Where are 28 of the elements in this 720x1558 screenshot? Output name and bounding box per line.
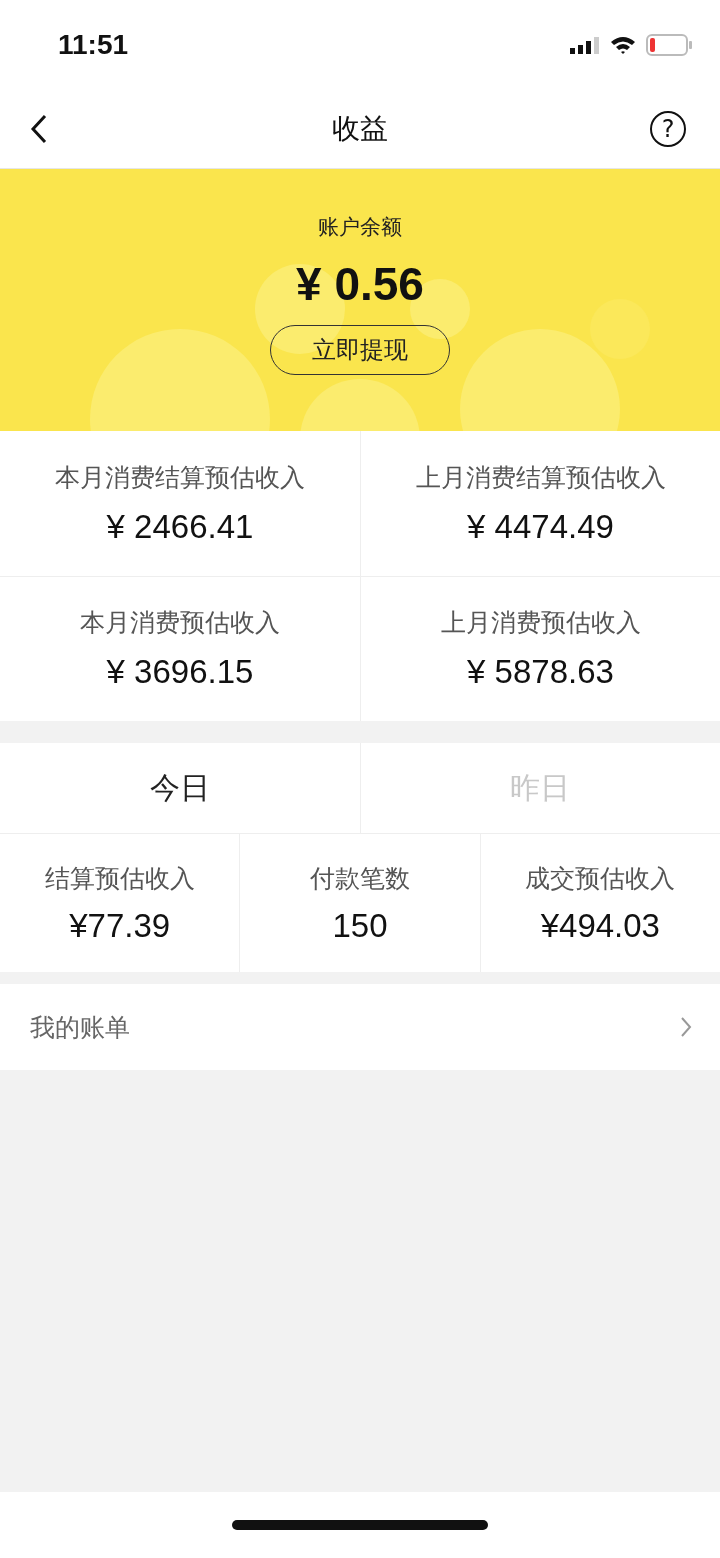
estimate-label: 本月消费预估收入 (80, 607, 280, 640)
estimate-value: ¥ 4474.49 (467, 507, 614, 546)
estimate-value: ¥ 3696.15 (106, 653, 254, 692)
help-button[interactable]: ? (650, 111, 686, 147)
status-time: 11:51 (58, 29, 129, 61)
metric-value: ¥77.39 (69, 906, 171, 945)
estimate-label: 上月消费预估收入 (440, 607, 641, 640)
page-title: 收益 (332, 111, 388, 147)
balance-label: 账户余额 (318, 214, 402, 241)
balance-amount: ¥ 0.56 (296, 257, 424, 311)
withdraw-button[interactable]: 立即提现 (270, 325, 450, 375)
battery-icon (646, 34, 692, 56)
back-icon[interactable] (30, 114, 48, 144)
metric-value: 150 (332, 906, 388, 945)
signal-icon (570, 36, 600, 54)
metric-label: 付款笔数 (310, 862, 410, 895)
metric-value: ¥494.03 (540, 906, 660, 945)
metric-label: 结算预估收入 (44, 862, 195, 895)
estimate-label: 本月消费结算预估收入 (55, 461, 305, 494)
chevron-right-icon (680, 1016, 692, 1038)
estimate-label: 上月消费结算预估收入 (415, 461, 666, 494)
estimate-value: ¥ 5878.63 (467, 653, 614, 692)
metric-label: 成交预估收入 (525, 862, 676, 895)
wifi-icon (610, 35, 636, 55)
estimate-value: ¥ 2466.41 (106, 507, 254, 546)
bill-label: 我的账单 (30, 1011, 130, 1044)
bill-row[interactable]: 我的账单 (0, 984, 720, 1070)
day-tab[interactable]: 今日 (0, 743, 360, 833)
